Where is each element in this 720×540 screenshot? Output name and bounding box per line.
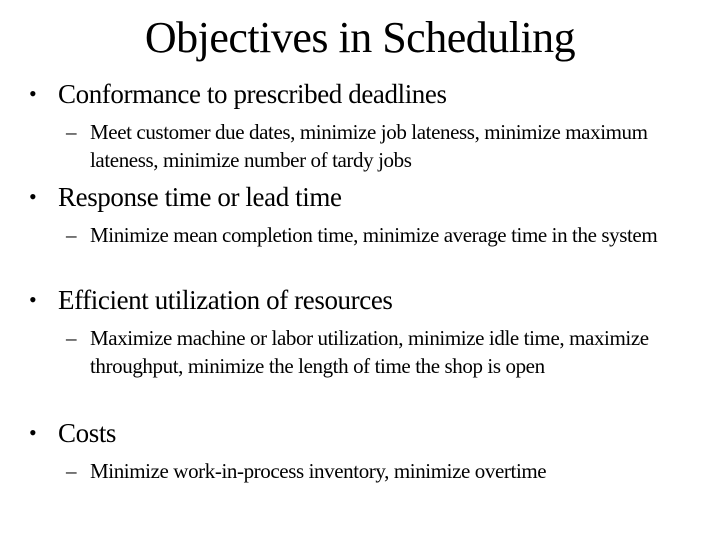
sub-bullet-text: Minimize mean completion time, minimize …: [90, 223, 658, 247]
sub-bullet-text: Maximize machine or labor utilization, m…: [90, 326, 649, 378]
bullet-icon: •: [29, 184, 37, 209]
sub-bullet-text: Meet customer due dates, minimize job la…: [90, 120, 648, 172]
slide-title: Objectives in Scheduling: [144, 13, 576, 62]
bullet-item: • Response time or lead time – Minimize …: [0, 181, 720, 277]
dash-icon: –: [66, 326, 77, 350]
sub-bullet-row: – Minimize work-in-process inventory, mi…: [0, 457, 720, 485]
sub-bullet-row: – Maximize machine or labor utilization,…: [0, 324, 720, 408]
sub-bullet-text: Minimize work-in-process inventory, mini…: [90, 459, 547, 483]
bullet-text: Response time or lead time: [58, 182, 342, 212]
bullet-icon: •: [29, 420, 37, 445]
bullet-text: Efficient utilization of resources: [58, 285, 393, 315]
bullet-icon: •: [29, 287, 37, 312]
bullet-item: • Conformance to prescribed deadlines – …: [0, 78, 720, 174]
bullet-text: Costs: [58, 418, 117, 448]
bullet-row: • Costs: [0, 417, 720, 449]
slide: Objectives in Scheduling • Conformance t…: [0, 0, 720, 540]
bullet-item: • Efficient utilization of resources – M…: [0, 284, 720, 408]
dash-icon: –: [66, 459, 77, 483]
sub-bullet-row: – Minimize mean completion time, minimiz…: [0, 221, 720, 277]
bullet-row: • Conformance to prescribed deadlines: [0, 78, 720, 110]
bullet-icon: •: [29, 81, 37, 106]
bullet-row: • Response time or lead time: [0, 181, 720, 213]
dash-icon: –: [66, 223, 77, 247]
sub-bullet-row: – Meet customer due dates, minimize job …: [0, 118, 720, 174]
dash-icon: –: [66, 120, 77, 144]
bullet-row: • Efficient utilization of resources: [0, 284, 720, 316]
bullet-item: • Costs – Minimize work-in-process inven…: [0, 417, 720, 485]
bullet-text: Conformance to prescribed deadlines: [58, 79, 447, 109]
